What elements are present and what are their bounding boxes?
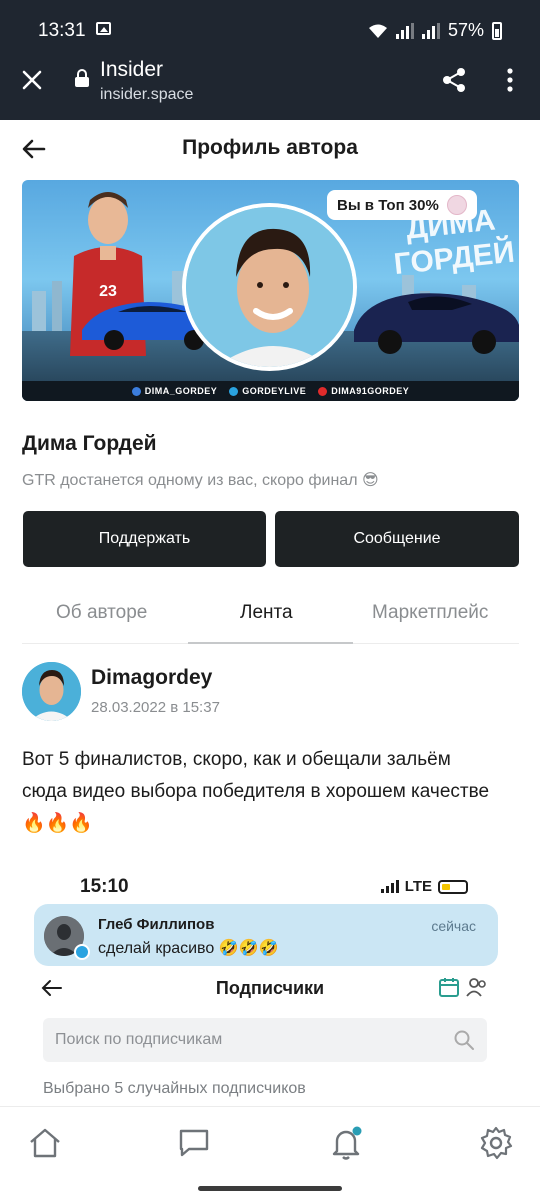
notification-time: сейчас — [431, 918, 476, 934]
message-button[interactable]: Сообщение — [275, 511, 519, 567]
post-text: Вот 5 финалистов, скоро, как и обещали з… — [22, 744, 492, 840]
post-author-name[interactable]: Dimagordey — [91, 666, 212, 690]
dark-car-image — [354, 293, 519, 354]
embed-signal-icon — [380, 880, 399, 893]
home-indicator[interactable] — [198, 1186, 342, 1191]
embed-title: Подписчики — [215, 978, 325, 998]
embed-battery-icon — [438, 879, 468, 894]
embed-status-time: 15:10 — [80, 876, 129, 897]
post-body: Вот 5 финалистов, скоро, как и обещали з… — [22, 749, 490, 802]
embed-notification: Глеб Филлипов сделай красиво 🤣🤣🤣 сейчас — [34, 904, 498, 966]
battery-icon — [492, 21, 502, 40]
lock-icon — [74, 69, 90, 87]
embed-search-field: Поиск по подписчикам — [43, 1018, 487, 1062]
page-header: Профиль автора — [0, 120, 540, 178]
author-name: Дима Гордей — [22, 432, 157, 455]
browser-toolbar: Insider insider.space — [0, 56, 540, 120]
telegram-icon — [74, 944, 90, 960]
support-button[interactable]: Поддержать — [23, 511, 266, 567]
calendar-icon — [438, 976, 460, 998]
people-icon — [466, 976, 488, 998]
post-emoji: 🔥🔥🔥 — [22, 813, 93, 834]
search-icon — [453, 1029, 475, 1051]
profile-tabs: Об авторе Лента Маркетплейс — [22, 590, 519, 644]
status-indicators: 57% — [368, 20, 502, 41]
embed-status-indicators: LTE — [380, 878, 468, 895]
post-date: 28.03.2022 в 15:37 — [91, 699, 220, 716]
site-url[interactable]: insider.space — [100, 86, 193, 104]
gear-icon[interactable] — [478, 1125, 514, 1161]
notification-message: сделай красиво 🤣🤣🤣 — [98, 940, 279, 957]
embed-network-label: LTE — [404, 878, 432, 895]
social-vk-handle: DIMA_GORDEY — [144, 386, 218, 396]
notification-sender: Глеб Филлипов — [98, 916, 215, 933]
site-title: Insider — [100, 58, 164, 81]
tab-marketplace[interactable]: Маркетплейс — [372, 602, 488, 624]
tab-about[interactable]: Об авторе — [56, 602, 147, 624]
chat-icon[interactable] — [176, 1125, 212, 1161]
social-youtube-handle: DIMA91GORDEY — [331, 386, 410, 396]
badge-label: Вы в Топ 30% — [337, 196, 439, 214]
close-icon[interactable] — [18, 66, 46, 94]
status-time: 13:31 — [38, 20, 86, 41]
battery-percent: 57% — [447, 20, 484, 40]
post-author-avatar[interactable] — [22, 662, 81, 721]
author-avatar-large — [182, 203, 357, 371]
post-image[interactable]: 15:10 LTE Глеб Филлипов сделай красиво 🤣… — [32, 868, 508, 1108]
active-tab-indicator — [188, 642, 353, 644]
embed-caption: Выбрано 5 случайных подписчиков — [43, 1080, 306, 1097]
embed-search-placeholder: Поиск по подписчикам — [55, 1031, 223, 1048]
image-notification-icon — [96, 22, 111, 35]
tab-feed[interactable]: Лента — [240, 602, 293, 624]
social-telegram-handle: GORDEYLIVE — [242, 386, 307, 396]
top-percent-badge: Вы в Топ 30% — [327, 190, 477, 220]
author-description: GTR достанется одному из вас, скоро фина… — [22, 472, 379, 489]
banner-social-strip: DIMA_GORDEY GORDEYLIVE DIMA91GORDEY — [22, 381, 519, 401]
bell-icon[interactable] — [328, 1125, 364, 1161]
badge-avatar — [446, 195, 467, 215]
wifi-icon — [368, 23, 388, 39]
more-vert-icon[interactable] — [500, 66, 520, 94]
status-bar: 13:31 57% — [0, 0, 540, 56]
home-icon[interactable] — [27, 1125, 63, 1161]
share-icon[interactable] — [440, 66, 468, 94]
signal-icon-2 — [421, 22, 440, 39]
signal-icon-1 — [395, 22, 414, 39]
page-title: Профиль автора — [182, 136, 358, 159]
